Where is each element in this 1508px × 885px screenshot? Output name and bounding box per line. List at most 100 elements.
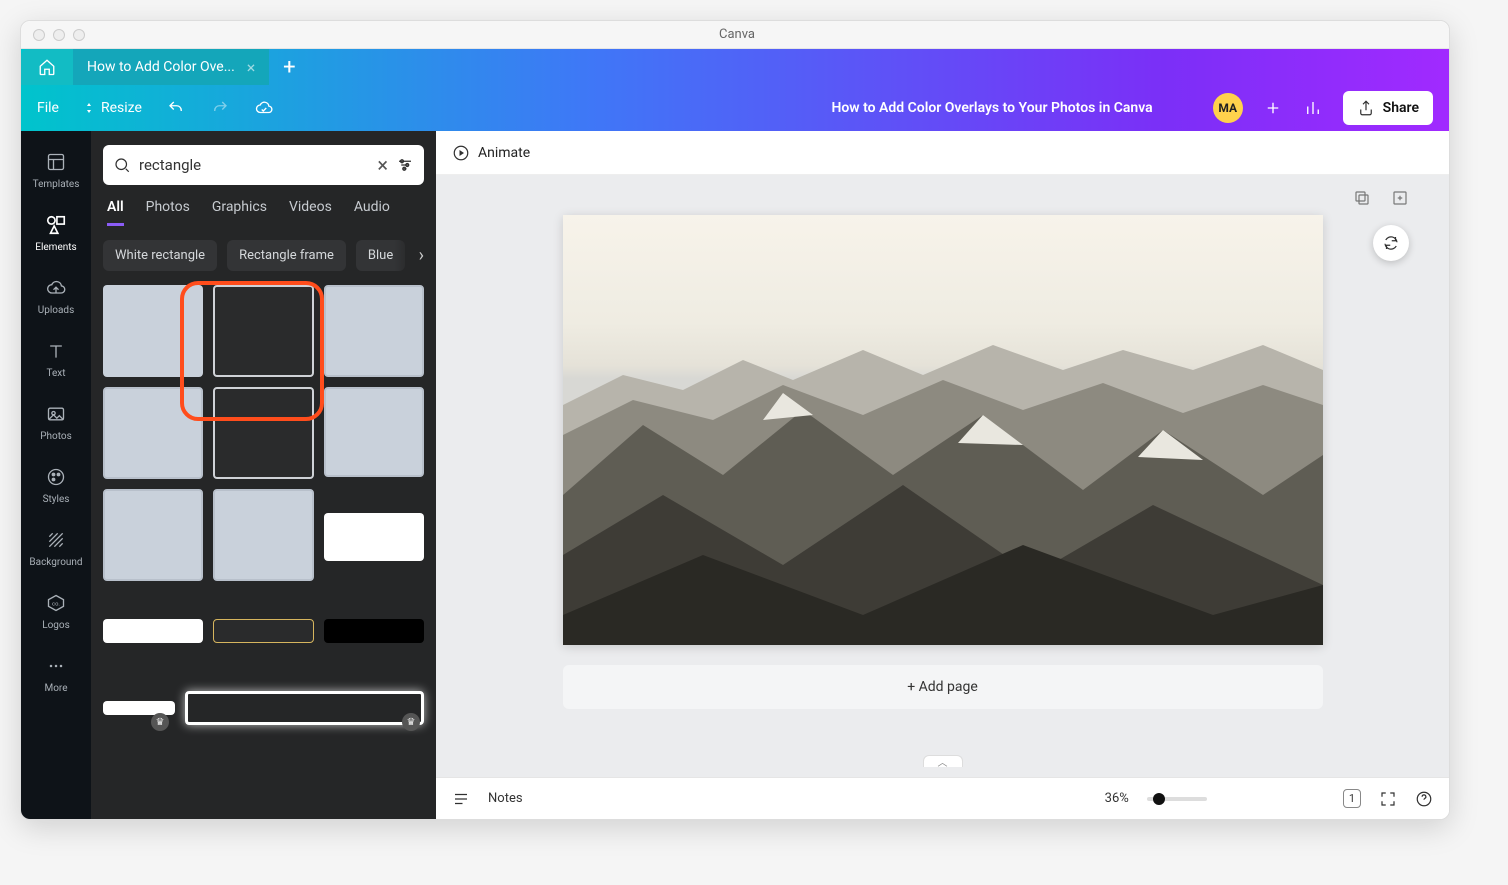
resize-label: Resize: [101, 100, 142, 116]
rail-photos[interactable]: Photos: [21, 393, 91, 450]
zoom-value: 36%: [1105, 791, 1129, 806]
rail-background[interactable]: Background: [21, 519, 91, 576]
tab-photos[interactable]: Photos: [146, 199, 190, 226]
tab-videos[interactable]: Videos: [289, 199, 332, 226]
rail-text[interactable]: Text: [21, 330, 91, 387]
app-body: Templates Elements Uploads Text Photos S…: [21, 131, 1449, 819]
element-thumb[interactable]: [103, 387, 203, 479]
tab-graphics[interactable]: Graphics: [212, 199, 267, 226]
close-window-button[interactable]: [33, 29, 45, 41]
help-icon[interactable]: [1415, 790, 1433, 808]
element-thumb[interactable]: [213, 619, 313, 643]
chip-rectangle-frame[interactable]: Rectangle frame: [227, 240, 346, 271]
new-tab-button[interactable]: +: [269, 55, 309, 80]
chips-scroll-right[interactable]: ›: [394, 240, 424, 271]
canvas-stage[interactable]: + Add page ︿: [436, 175, 1449, 777]
element-thumb[interactable]: [213, 489, 313, 581]
rail-background-label: Background: [29, 557, 82, 568]
premium-badge-icon: ♛: [151, 713, 169, 731]
filter-icon[interactable]: [396, 156, 414, 174]
home-tab[interactable]: [21, 49, 73, 85]
uploads-icon: [46, 278, 66, 298]
home-icon: [38, 58, 56, 76]
minimize-window-button[interactable]: [53, 29, 65, 41]
page-count-button[interactable]: 1: [1343, 789, 1361, 808]
document-tab[interactable]: How to Add Color Ove... ×: [73, 49, 269, 85]
redo-button[interactable]: [210, 98, 230, 118]
rail-text-label: Text: [46, 368, 65, 379]
rail-logos[interactable]: co. Logos: [21, 582, 91, 639]
element-thumb[interactable]: [103, 701, 175, 715]
panel-tabs: All Photos Graphics Videos Audio: [103, 199, 424, 226]
traffic-lights: [33, 29, 85, 41]
resize-button[interactable]: Resize: [83, 100, 142, 116]
chip-white-rectangle[interactable]: White rectangle: [103, 240, 217, 271]
notes-button[interactable]: Notes: [488, 791, 523, 806]
element-thumb[interactable]: [213, 387, 313, 479]
file-menu[interactable]: File: [37, 100, 59, 116]
logos-icon: co.: [46, 593, 66, 613]
element-thumb[interactable]: [324, 513, 424, 561]
page-count-value: 1: [1349, 792, 1355, 805]
cloud-save-button[interactable]: [254, 98, 274, 118]
tab-all[interactable]: All: [107, 199, 124, 226]
document-tab-title: How to Add Color Ove...: [87, 59, 235, 75]
zoom-slider[interactable]: [1147, 797, 1207, 801]
zoom-thumb[interactable]: [1153, 793, 1165, 805]
add-page-button[interactable]: + Add page: [563, 665, 1323, 709]
duplicate-page-icon[interactable]: [1353, 189, 1371, 207]
premium-badge-icon: ♛: [402, 713, 420, 731]
clear-search-icon[interactable]: ×: [377, 153, 388, 177]
bar-chart-icon: [1304, 99, 1322, 117]
add-page-label: + Add page: [907, 679, 978, 695]
element-thumb[interactable]: [103, 489, 203, 581]
rail-more[interactable]: More: [21, 645, 91, 702]
plus-icon: +: [283, 55, 295, 80]
rail-styles-label: Styles: [43, 494, 70, 505]
timeline-handle[interactable]: ︿: [923, 755, 963, 767]
file-menu-label: File: [37, 100, 59, 116]
more-icon: [46, 656, 66, 676]
element-thumb[interactable]: [324, 619, 424, 643]
element-thumb[interactable]: [324, 285, 424, 377]
close-tab-icon[interactable]: ×: [247, 58, 256, 77]
add-page-icon[interactable]: [1391, 189, 1409, 207]
document-title[interactable]: How to Add Color Overlays to Your Photos…: [831, 100, 1152, 116]
rail-templates-label: Templates: [33, 179, 80, 190]
undo-button[interactable]: [166, 98, 186, 118]
toolbar-left: File Resize: [37, 98, 274, 118]
rail-styles[interactable]: Styles: [21, 456, 91, 513]
elements-grid-wrap: ♛ ♛: [103, 285, 424, 725]
footer-bar: Notes 36% 1: [436, 777, 1449, 819]
search-input[interactable]: [139, 156, 369, 174]
maximize-window-button[interactable]: [73, 29, 85, 41]
rail-templates[interactable]: Templates: [21, 141, 91, 198]
regenerate-button[interactable]: [1373, 225, 1409, 261]
main-toolbar: File Resize How to Add Color Overlays to…: [21, 85, 1449, 131]
rail-elements[interactable]: Elements: [21, 204, 91, 261]
canvas-page[interactable]: [563, 215, 1323, 645]
animate-icon: [452, 144, 470, 162]
search-wrap: ×: [103, 145, 424, 185]
animate-button[interactable]: Animate: [452, 144, 530, 162]
add-member-button[interactable]: [1263, 98, 1283, 118]
fullscreen-icon[interactable]: [1379, 790, 1397, 808]
share-button[interactable]: Share: [1343, 91, 1433, 125]
element-thumb[interactable]: [185, 691, 424, 725]
tab-audio[interactable]: Audio: [354, 199, 390, 226]
insights-button[interactable]: [1303, 98, 1323, 118]
rail-uploads-label: Uploads: [38, 305, 74, 316]
tab-strip: How to Add Color Ove... × +: [21, 49, 1449, 85]
window-title: Canva: [85, 27, 1389, 42]
elements-panel: × All Photos Graphics Videos Audio White…: [91, 131, 436, 819]
user-avatar[interactable]: MA: [1213, 93, 1243, 123]
rail-photos-label: Photos: [40, 431, 72, 442]
element-thumb[interactable]: [213, 285, 313, 377]
share-icon: [1357, 99, 1375, 117]
element-thumb[interactable]: [324, 387, 424, 477]
element-thumb[interactable]: [103, 285, 203, 377]
element-thumb[interactable]: [103, 619, 203, 643]
photos-icon: [46, 404, 66, 424]
resize-icon: [83, 102, 95, 114]
rail-uploads[interactable]: Uploads: [21, 267, 91, 324]
